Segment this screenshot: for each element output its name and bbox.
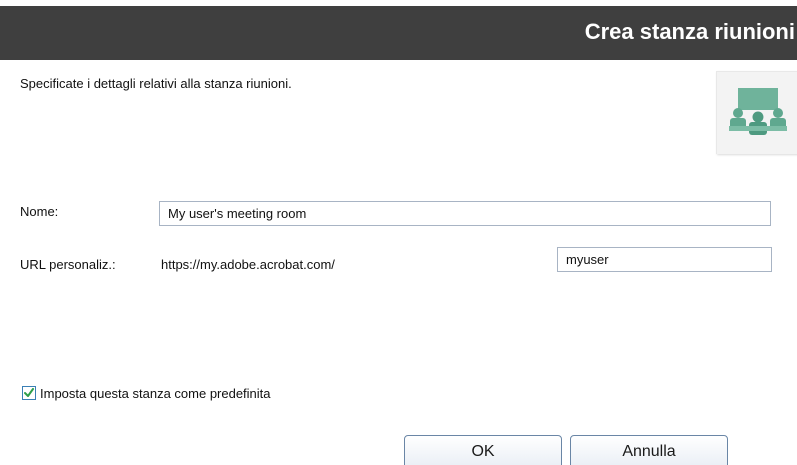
create-meeting-room-dialog: Crea stanza riunioni Specificate i detta… <box>0 0 797 465</box>
name-label: Nome: <box>20 204 59 219</box>
checkmark-icon <box>24 388 34 397</box>
set-default-label[interactable]: Imposta questa stanza come predefinita <box>40 386 271 401</box>
url-prefix: https://my.adobe.acrobat.com/ <box>161 257 335 272</box>
ok-button[interactable]: OK <box>404 435 562 465</box>
set-default-checkbox[interactable] <box>22 386 36 400</box>
url-label: URL personaliz.: <box>20 257 116 272</box>
title-bar: Crea stanza riunioni <box>0 6 797 60</box>
custom-url-input[interactable]: myuser <box>557 247 772 272</box>
dialog-title: Crea stanza riunioni <box>584 19 795 44</box>
instructions-text: Specificate i dettagli relativi alla sta… <box>20 76 292 91</box>
name-input[interactable]: My user's meeting room <box>159 201 771 226</box>
cancel-button[interactable]: Annulla <box>570 435 728 465</box>
meeting-room-icon <box>716 71 797 154</box>
